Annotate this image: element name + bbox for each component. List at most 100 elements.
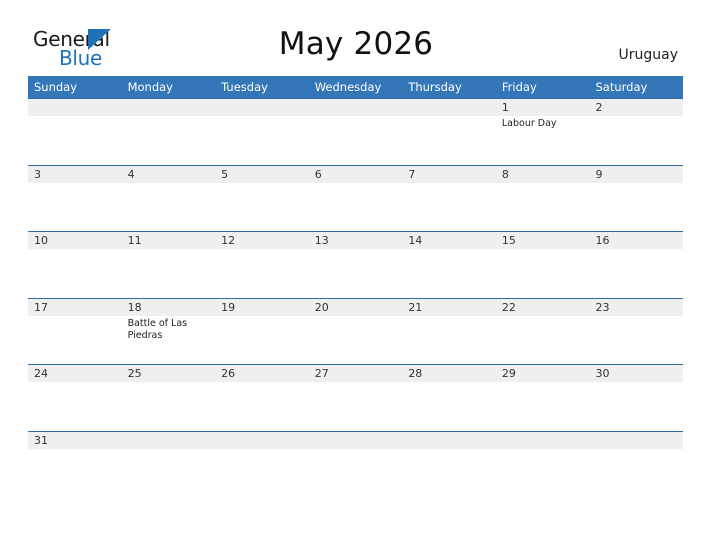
day-cell[interactable]: 12 [215,232,309,298]
day-number: 12 [221,234,236,247]
day-cell[interactable] [589,431,684,449]
day-band [121,165,216,183]
day-cell[interactable]: 6 [308,165,403,232]
day-cell[interactable] [402,99,496,165]
day-cell[interactable]: 15 [495,232,590,298]
weekday-tuesday: Tuesday [221,80,268,94]
day-event: Labour Day [501,118,557,129]
weekday-monday: Monday [127,80,173,94]
day-cell[interactable]: 18 Battle of Las Piedras [121,298,216,365]
day-number: 16 [595,234,610,247]
day-number: 2 [595,101,603,114]
weekday-friday: Friday [501,80,537,94]
weekday-wednesday: Wednesday [314,80,382,94]
country-label: Uruguay [618,47,679,63]
day-number: 31 [34,433,48,447]
weekday-thursday: Thursday [408,80,462,94]
day-cell[interactable]: 30 [589,365,684,431]
day-band [402,165,496,183]
day-cell[interactable]: 16 [589,232,684,298]
day-number: 19 [221,300,236,314]
day-cell[interactable] [215,99,309,165]
calendar-grid: Sunday Monday Tuesday Wednesday Thursday… [28,76,684,449]
day-band [308,99,403,116]
day-cell[interactable]: 8 [495,165,590,232]
day-number: 7 [408,167,416,181]
day-cell[interactable]: 20 [308,298,403,365]
day-number: 21 [408,300,423,314]
page-header: General Blue May 2026 Uruguay [0,0,712,76]
weekday-sunday: Sunday [34,80,78,94]
weekday-header-row: Sunday Monday Tuesday Wednesday Thursday… [28,76,683,98]
day-band [589,99,684,116]
day-cell[interactable]: 23 [589,298,684,365]
day-band [308,431,403,449]
day-cell[interactable]: 5 [215,165,309,232]
day-number: 24 [34,367,48,380]
day-number: 6 [314,167,322,181]
day-cell[interactable] [215,431,309,449]
week-row: 24 25 26 27 28 29 30 [28,364,684,431]
week-row: 3 4 5 6 7 8 9 [28,164,684,232]
day-band [589,431,684,449]
day-number: 17 [34,300,48,314]
day-number: 11 [127,234,142,247]
day-cell[interactable]: 19 [215,298,309,365]
week-row: 17 18 Battle of Las Piedras 19 20 21 22 2… [28,297,684,365]
weekday-saturday: Saturday [595,80,648,94]
day-number: 26 [221,367,236,380]
day-cell[interactable]: 13 [308,232,403,298]
day-band [402,99,496,116]
day-number: 9 [595,167,603,181]
day-cell[interactable]: 14 [402,232,496,298]
day-band [402,431,496,449]
day-cell[interactable]: 9 [589,165,684,232]
day-number: 3 [34,167,41,181]
day-cell[interactable] [402,431,496,449]
day-cell[interactable]: 17 [28,298,122,365]
day-cell[interactable]: 1 Labour Day [495,99,590,165]
week-row: 31 [28,430,684,449]
day-cell[interactable]: 10 [28,232,122,298]
day-cell[interactable]: 27 [308,365,403,431]
calendar-page: General Blue May 2026 Uruguay Sunday Mon… [0,0,712,550]
day-cell[interactable]: 4 [121,165,216,232]
day-cell[interactable]: 11 [121,232,216,298]
day-number: 18 [127,300,142,314]
day-number: 4 [127,167,135,181]
day-number: 20 [314,300,329,314]
day-number: 14 [408,234,423,247]
day-cell[interactable]: 22 [495,298,590,365]
day-cell[interactable]: 25 [121,365,216,431]
day-cell[interactable]: 28 [402,365,496,431]
day-cell[interactable]: 31 [28,431,122,449]
day-cell[interactable]: 2 [589,99,684,165]
day-number: 28 [408,367,423,380]
day-band [215,99,309,116]
page-title: May 2026 [278,26,434,62]
day-cell[interactable]: 29 [495,365,590,431]
day-event: Battle of Las Piedras [127,317,188,342]
day-band [589,165,684,183]
day-cell[interactable]: 3 [28,165,122,232]
day-cell[interactable]: 7 [402,165,496,232]
day-band [495,165,590,183]
day-band [495,99,590,116]
day-cell[interactable]: 21 [402,298,496,365]
day-cell[interactable] [121,431,216,449]
day-band [121,431,216,449]
day-number: 23 [595,300,610,314]
week-row: 1 Labour Day 2 [28,98,684,165]
week-row: 10 11 12 13 14 15 16 [28,231,684,298]
day-number: 15 [501,234,516,247]
day-cell[interactable] [495,431,590,449]
day-band [28,165,122,183]
day-cell[interactable] [308,99,403,165]
day-cell[interactable] [121,99,216,165]
day-number: 29 [501,367,516,380]
day-cell[interactable] [28,99,122,165]
day-band [215,431,309,449]
day-cell[interactable]: 24 [28,365,122,431]
day-cell[interactable]: 26 [215,365,309,431]
day-cell[interactable] [308,431,403,449]
